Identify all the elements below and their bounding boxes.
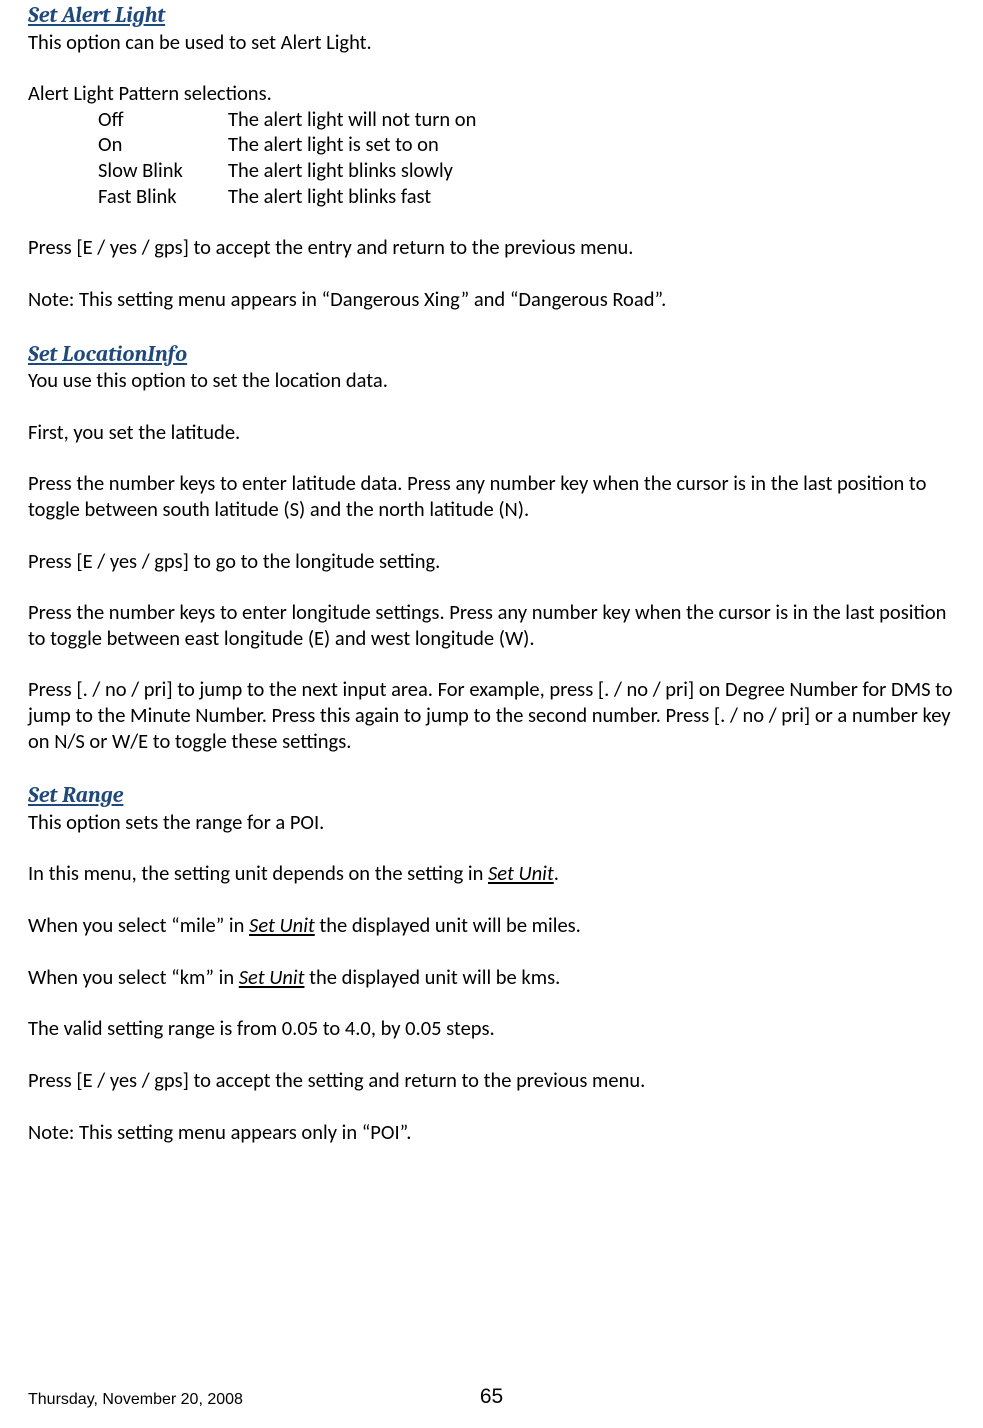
body-text: Press [E / yes / gps] to accept the entr… [28, 235, 955, 261]
pattern-desc: The alert light is set to on [228, 132, 955, 158]
pattern-desc: The alert light blinks slowly [228, 158, 955, 184]
document-page: Set Alert Light This option can be used … [0, 0, 983, 1428]
pattern-row: On The alert light is set to on [98, 132, 955, 158]
body-text: Press [E / yes / gps] to go to the longi… [28, 549, 955, 575]
pattern-key: Off [98, 107, 228, 133]
footer-page-number: 65 [28, 1384, 955, 1410]
body-text: In this menu, the setting unit depends o… [28, 861, 955, 887]
pattern-key: On [98, 132, 228, 158]
pattern-row: Fast Blink The alert light blinks fast [98, 184, 955, 210]
body-text: Alert Light Pattern selections. [28, 81, 955, 107]
body-text: Note: This setting menu appears in “Dang… [28, 287, 955, 313]
link-set-unit[interactable]: Set Unit [488, 860, 554, 886]
body-text: Press [. / no / pri] to jump to the next… [28, 677, 955, 754]
pattern-desc: The alert light blinks fast [228, 184, 955, 210]
text-fragment: When you select “mile” in [28, 912, 249, 938]
body-text: When you select “km” in Set Unit the dis… [28, 965, 955, 991]
link-set-unit[interactable]: Set Unit [249, 912, 315, 938]
pattern-row: Slow Blink The alert light blinks slowly [98, 158, 955, 184]
pattern-desc: The alert light will not turn on [228, 107, 955, 133]
text-fragment: In this menu, the setting unit depends o… [28, 860, 488, 886]
heading-set-alert-light: Set Alert Light [28, 0, 955, 30]
body-text: Press the number keys to enter latitude … [28, 471, 955, 522]
heading-set-range: Set Range [28, 780, 955, 810]
body-text: You use this option to set the location … [28, 368, 955, 394]
body-text: When you select “mile” in Set Unit the d… [28, 913, 955, 939]
text-fragment: . [554, 860, 559, 886]
body-text: This option sets the range for a POI. [28, 810, 955, 836]
page-footer: Thursday, November 20, 2008 65 [28, 1390, 955, 1410]
text-fragment: the displayed unit will be miles. [315, 912, 581, 938]
pattern-row: Off The alert light will not turn on [98, 107, 955, 133]
link-set-unit[interactable]: Set Unit [239, 964, 305, 990]
text-fragment: When you select “km” in [28, 964, 239, 990]
body-text: First, you set the latitude. [28, 420, 955, 446]
body-text: The valid setting range is from 0.05 to … [28, 1016, 955, 1042]
body-text: Press the number keys to enter longitude… [28, 600, 955, 651]
body-text: Note: This setting menu appears only in … [28, 1120, 955, 1146]
text-fragment: the displayed unit will be kms. [304, 964, 560, 990]
heading-set-locationinfo: Set LocationInfo [28, 339, 955, 369]
pattern-table: Off The alert light will not turn on On … [28, 107, 955, 210]
pattern-key: Fast Blink [98, 184, 228, 210]
body-text: This option can be used to set Alert Lig… [28, 30, 955, 56]
body-text: Press [E / yes / gps] to accept the sett… [28, 1068, 955, 1094]
pattern-key: Slow Blink [98, 158, 228, 184]
